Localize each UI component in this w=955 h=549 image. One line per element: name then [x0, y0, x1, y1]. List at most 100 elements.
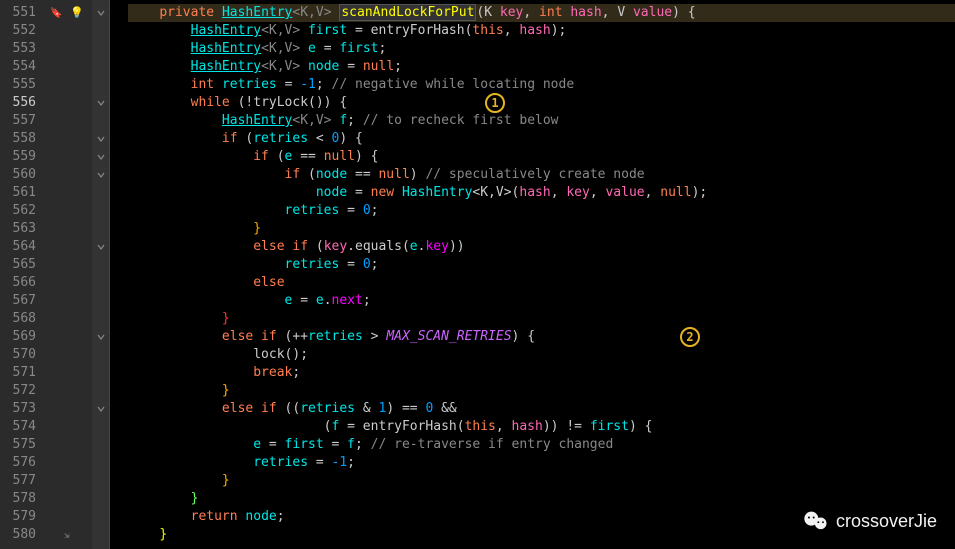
line-number[interactable]: 560 [0, 166, 36, 184]
token-var: f [347, 437, 355, 452]
token-var: first [590, 419, 629, 434]
line-number[interactable]: 571 [0, 364, 36, 382]
code-line[interactable]: } [128, 220, 955, 238]
code-line[interactable]: node = new HashEntry<K,V>(hash, key, val… [128, 184, 955, 202]
fold-marker-slot [92, 184, 109, 202]
code-line[interactable]: HashEntry<K,V> e = first; [128, 40, 955, 58]
bookmark-icon[interactable]: 🔖 [50, 8, 62, 19]
line-number[interactable]: 567 [0, 292, 36, 310]
code-line[interactable]: break; [128, 364, 955, 382]
line-number[interactable]: 572 [0, 382, 36, 400]
line-number[interactable]: 555 [0, 76, 36, 94]
line-number[interactable]: 576 [0, 454, 36, 472]
code-line[interactable]: else if (key.equals(e.key)) [128, 238, 955, 256]
code-line[interactable]: else if ((retries & 1) == 0 && [128, 400, 955, 418]
code-line[interactable]: } [128, 490, 955, 508]
line-number[interactable]: 577 [0, 472, 36, 490]
line-number[interactable]: 570 [0, 346, 36, 364]
line-number[interactable]: 556 [0, 94, 36, 112]
collapse-icon[interactable]: ⇲ [64, 531, 69, 541]
code-line[interactable]: e = e.next; [128, 292, 955, 310]
token-op: && [441, 401, 457, 416]
code-line[interactable]: else if (++retries > MAX_SCAN_RETRIES) { [128, 328, 955, 346]
fold-marker-slot [92, 508, 109, 526]
line-number[interactable]: 561 [0, 184, 36, 202]
token-op: ) { [339, 131, 362, 146]
code-line[interactable]: int retries = -1; // negative while loca… [128, 76, 955, 94]
code-line[interactable]: HashEntry<K,V> f; // to recheck first be… [128, 112, 955, 130]
token-var: node [245, 509, 276, 524]
token-op: = [300, 293, 316, 308]
line-number[interactable]: 552 [0, 22, 36, 40]
token-kw: return [191, 509, 246, 524]
code-line[interactable]: } [128, 472, 955, 490]
line-number[interactable]: 578 [0, 490, 36, 508]
line-number[interactable]: 554 [0, 58, 36, 76]
token-op: (( [285, 401, 301, 416]
code-line[interactable]: if (node == null) // speculatively creat… [128, 166, 955, 184]
token-kw: else if [222, 329, 285, 344]
line-number[interactable]: 562 [0, 202, 36, 220]
line-number[interactable]: 563 [0, 220, 36, 238]
code-line[interactable]: private HashEntry<K,V> scanAndLockForPut… [128, 4, 955, 22]
fold-toggle-icon[interactable] [97, 99, 105, 107]
line-number[interactable]: 557 [0, 112, 36, 130]
fold-toggle-icon[interactable] [97, 171, 105, 179]
fold-marker-slot [92, 220, 109, 238]
line-number[interactable]: 566 [0, 274, 36, 292]
gutter-icon-slot [42, 418, 92, 436]
bulb-icon[interactable]: 💡 [70, 6, 84, 19]
code-line[interactable]: retries = 0; [128, 256, 955, 274]
code-area[interactable]: private HashEntry<K,V> scanAndLockForPut… [110, 0, 955, 549]
line-number[interactable]: 565 [0, 256, 36, 274]
code-line[interactable]: while (!tryLock()) { [128, 94, 955, 112]
code-line[interactable]: lock(); [128, 346, 955, 364]
line-number-gutter[interactable]: 5515525535545555565575585595605615625635… [0, 0, 42, 549]
fold-marker-slot [92, 310, 109, 328]
token-op: ); [551, 23, 567, 38]
token-red: } [222, 311, 230, 326]
code-line[interactable]: e = first = f; // re-traverse if entry c… [128, 436, 955, 454]
line-number[interactable]: 568 [0, 310, 36, 328]
line-number[interactable]: 559 [0, 148, 36, 166]
code-line[interactable]: retries = 0; [128, 202, 955, 220]
code-line[interactable]: if (retries < 0) { [128, 130, 955, 148]
line-number[interactable]: 558 [0, 130, 36, 148]
token-op: ( [308, 167, 316, 182]
line-number[interactable]: 574 [0, 418, 36, 436]
token-kw: private [159, 5, 222, 20]
fold-gutter[interactable] [92, 0, 110, 549]
code-line[interactable]: } [128, 382, 955, 400]
line-number[interactable]: 580 [0, 526, 36, 544]
fold-toggle-icon[interactable] [97, 135, 105, 143]
gutter-icon-slot [42, 508, 92, 526]
token-op: , [551, 185, 567, 200]
gutter-icon-slot [42, 310, 92, 328]
fold-toggle-icon[interactable] [97, 153, 105, 161]
token-var: retries [222, 77, 285, 92]
code-line[interactable]: HashEntry<K,V> node = null; [128, 58, 955, 76]
line-number[interactable]: 564 [0, 238, 36, 256]
fold-toggle-icon[interactable] [97, 405, 105, 413]
code-line[interactable]: HashEntry<K,V> first = entryForHash(this… [128, 22, 955, 40]
token-op: , [590, 185, 606, 200]
line-number[interactable]: 579 [0, 508, 36, 526]
code-line[interactable]: (f = entryForHash(this, hash)) != first)… [128, 418, 955, 436]
line-number[interactable]: 573 [0, 400, 36, 418]
code-line[interactable]: } [128, 310, 955, 328]
line-number[interactable]: 551 [0, 4, 36, 22]
fold-toggle-icon[interactable] [97, 243, 105, 251]
line-number[interactable]: 569 [0, 328, 36, 346]
token-op: ) [410, 167, 426, 182]
fold-toggle-icon[interactable] [97, 333, 105, 341]
line-number[interactable]: 553 [0, 40, 36, 58]
token-op: = [355, 185, 371, 200]
fold-marker-slot [92, 382, 109, 400]
code-line[interactable]: retries = -1; [128, 454, 955, 472]
fold-toggle-icon[interactable] [97, 9, 105, 17]
line-number[interactable]: 575 [0, 436, 36, 454]
gutter-icon-slot [42, 472, 92, 490]
code-line[interactable]: else [128, 274, 955, 292]
token-op: , [496, 419, 512, 434]
code-line[interactable]: if (e == null) { [128, 148, 955, 166]
